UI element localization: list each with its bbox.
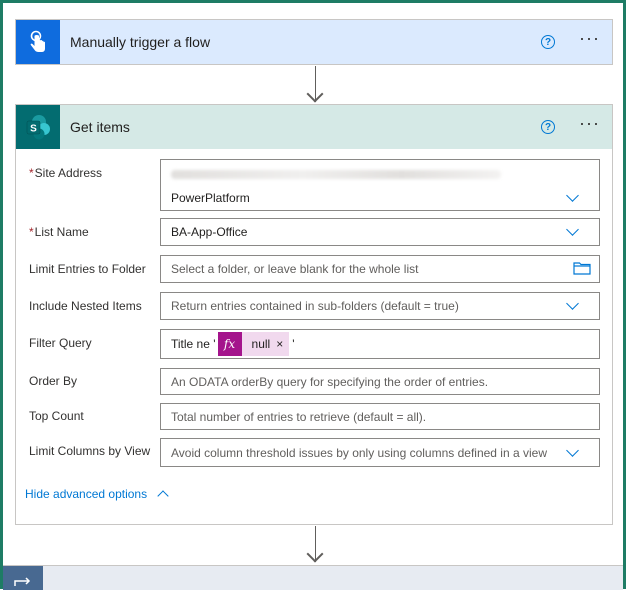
- filter-query-content: Title ne ' fx null × ': [161, 332, 599, 356]
- more-options-icon[interactable]: ···: [579, 114, 600, 136]
- folder-icon[interactable]: [573, 261, 591, 278]
- limit-entries-folder-label: Limit Entries to Folder: [29, 262, 146, 276]
- trigger-card-title: Manually trigger a flow: [70, 34, 211, 50]
- hide-advanced-options-link[interactable]: Hide advanced options: [25, 487, 169, 502]
- loop-icon: [3, 566, 43, 590]
- include-nested-placeholder: Return entries contained in sub-folders …: [171, 299, 459, 313]
- limit-columns-placeholder: Avoid column threshold issues by only us…: [171, 445, 547, 460]
- chevron-down-icon[interactable]: [566, 297, 579, 310]
- list-name-value: BA-App-Office: [171, 225, 248, 239]
- top-count-label: Top Count: [29, 409, 84, 423]
- top-count-placeholder: Total number of entries to retrieve (def…: [171, 409, 427, 424]
- chevron-down-icon[interactable]: [566, 189, 579, 202]
- list-name-dropdown[interactable]: BA-App-Office: [160, 218, 600, 246]
- order-by-placeholder: An ODATA orderBy query for specifying th…: [171, 374, 489, 389]
- top-count-input[interactable]: Total number of entries to retrieve (def…: [160, 403, 600, 430]
- chevron-up-icon: [157, 490, 169, 502]
- more-options-icon[interactable]: ···: [579, 29, 600, 51]
- chevron-down-icon[interactable]: [566, 223, 579, 236]
- site-address-dropdown[interactable]: PowerPlatform: [160, 159, 600, 211]
- site-address-label: *Site Address: [29, 166, 102, 180]
- site-address-value: PowerPlatform: [171, 191, 250, 205]
- hand-touch-icon: [16, 20, 60, 64]
- limit-columns-dropdown[interactable]: Avoid column threshold issues by only us…: [160, 438, 600, 467]
- filter-query-prefix: Title ne ': [171, 337, 216, 351]
- get-items-card-header[interactable]: S Get items ? ···: [16, 105, 612, 149]
- hide-advanced-options-label: Hide advanced options: [25, 487, 148, 501]
- expression-token[interactable]: fx null ×: [217, 332, 290, 356]
- blurred-site-url: [171, 170, 501, 179]
- limit-entries-folder-input[interactable]: Select a folder, or leave blank for the …: [160, 255, 600, 283]
- list-name-label: *List Name: [29, 225, 89, 239]
- close-icon[interactable]: ×: [274, 337, 289, 351]
- get-items-card: S Get items ? ··· *Site Address PowerPla…: [15, 104, 613, 525]
- chevron-down-icon[interactable]: [566, 443, 579, 457]
- required-marker: *: [29, 166, 34, 180]
- list-name-label-text: List Name: [34, 225, 89, 239]
- next-action-card[interactable]: [3, 565, 623, 590]
- get-items-card-title: Get items: [70, 119, 130, 135]
- required-marker: *: [29, 225, 34, 239]
- svg-text:S: S: [30, 124, 37, 135]
- limit-columns-label: Limit Columns by View: [29, 444, 151, 458]
- trigger-card[interactable]: Manually trigger a flow ? ···: [15, 19, 613, 65]
- token-label: null: [251, 337, 271, 351]
- site-address-label-text: Site Address: [34, 166, 103, 180]
- limit-entries-folder-placeholder: Select a folder, or leave blank for the …: [171, 262, 419, 276]
- include-nested-dropdown[interactable]: Return entries contained in sub-folders …: [160, 292, 600, 320]
- order-by-input[interactable]: An ODATA orderBy query for specifying th…: [160, 368, 600, 395]
- include-nested-label: Include Nested Items: [29, 299, 142, 313]
- fx-icon: fx: [217, 332, 242, 356]
- order-by-label: Order By: [29, 374, 78, 388]
- sharepoint-icon: S: [16, 105, 60, 149]
- filter-query-label: Filter Query: [29, 336, 92, 350]
- trigger-card-header[interactable]: Manually trigger a flow ? ···: [16, 20, 612, 64]
- filter-query-input[interactable]: Title ne ' fx null × ': [160, 329, 600, 359]
- help-icon[interactable]: ?: [541, 35, 556, 49]
- help-icon[interactable]: ?: [541, 120, 556, 134]
- filter-query-suffix: ': [292, 337, 295, 351]
